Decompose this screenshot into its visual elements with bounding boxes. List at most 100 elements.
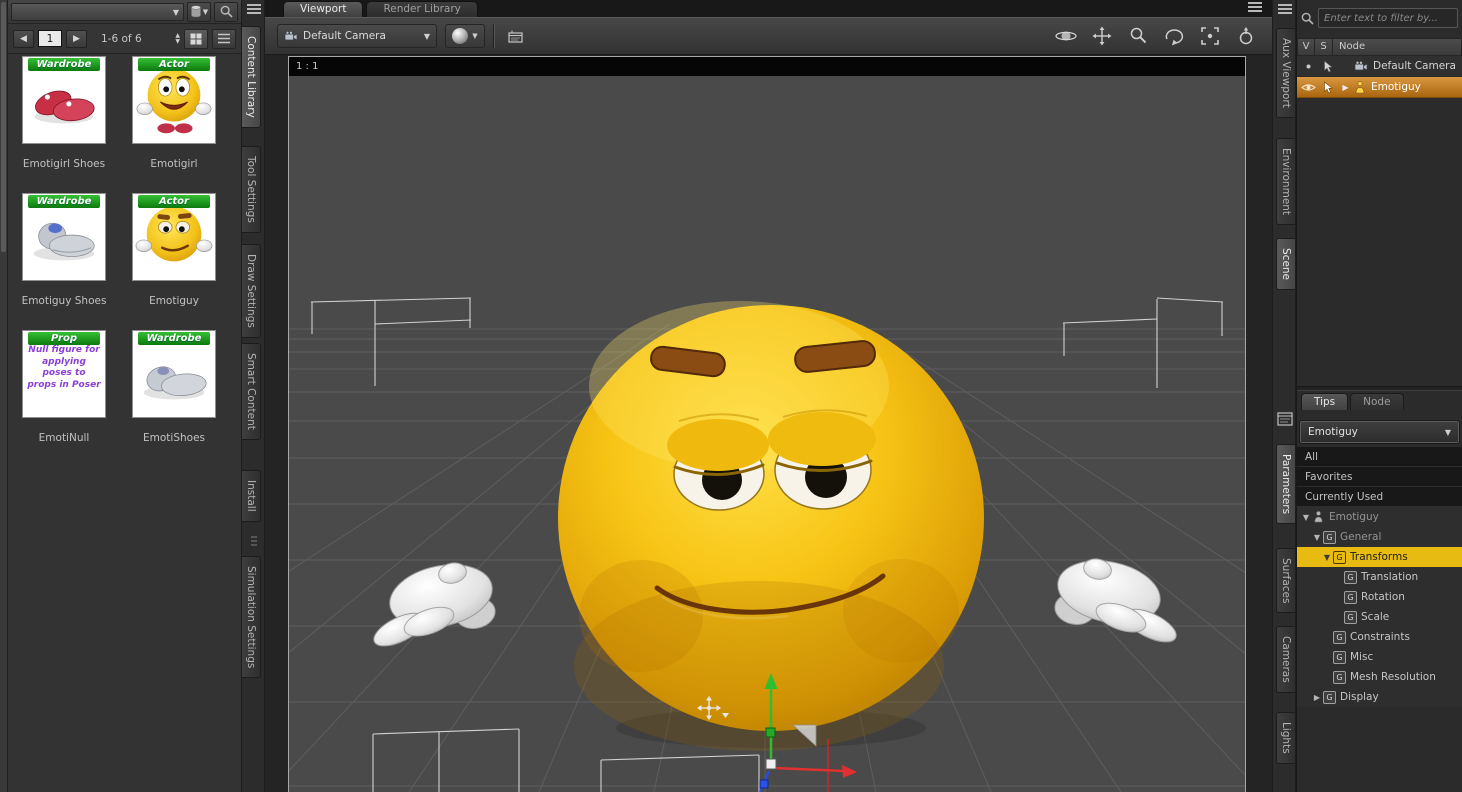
dock-menu-icon[interactable] bbox=[247, 4, 261, 16]
filter-currently-used[interactable]: Currently Used bbox=[1297, 487, 1462, 507]
prev-page-button[interactable]: ◀ bbox=[13, 29, 34, 48]
drawstyle-selector[interactable]: ▼ bbox=[445, 24, 485, 48]
camera-icon bbox=[284, 30, 298, 41]
tab-simulation-settings[interactable]: Simulation Settings bbox=[242, 556, 261, 679]
chevron-down-icon: ▼ bbox=[1444, 427, 1451, 437]
filter-favorites[interactable]: Favorites bbox=[1297, 467, 1462, 487]
tab-render-library[interactable]: Render Library bbox=[366, 1, 478, 17]
scrollbar-thumb[interactable] bbox=[1, 2, 6, 252]
dock-grip-handle[interactable] bbox=[251, 536, 257, 550]
library-item-emotigirl-shoes[interactable]: Wardrobe Emotigirl Shoes bbox=[14, 56, 114, 193]
scene-node-emotiguy[interactable]: ▶ Emotiguy bbox=[1297, 77, 1462, 98]
eye-icon[interactable] bbox=[1299, 61, 1317, 72]
thumbnail-emotishoes[interactable]: Wardrobe bbox=[132, 330, 216, 418]
zoom-camera-button[interactable] bbox=[1124, 24, 1152, 48]
library-source-dropdown[interactable]: ▼ bbox=[11, 2, 184, 21]
search-icon bbox=[1301, 12, 1314, 25]
library-item-emotiguy[interactable]: Actor Emotiguy bbox=[124, 193, 224, 330]
caret-down-icon[interactable]: ▼ bbox=[1311, 533, 1323, 542]
eye-icon[interactable] bbox=[1299, 82, 1317, 93]
param-group-mesh-resolution[interactable]: G Mesh Resolution bbox=[1297, 667, 1462, 687]
caret-right-icon[interactable]: ▶ bbox=[1311, 693, 1323, 702]
prop-badge: Prop bbox=[28, 332, 100, 345]
viewport-toolbar: Default Camera ▼ ▼ bbox=[265, 17, 1272, 55]
left-dock-tabstrip: Content Library Tool Settings Draw Setti… bbox=[241, 0, 265, 792]
filter-all[interactable]: All bbox=[1297, 447, 1462, 467]
param-group-transforms[interactable]: ▼ G Transforms bbox=[1297, 547, 1462, 567]
library-search-button[interactable] bbox=[214, 1, 238, 22]
library-item-emotigirl[interactable]: Actor Emotigirl bbox=[124, 56, 224, 193]
node-label: Emotiguy bbox=[1371, 81, 1421, 93]
pane-menu-icon[interactable] bbox=[1248, 2, 1262, 14]
param-group-general[interactable]: ▼ G General bbox=[1297, 527, 1462, 547]
thumbnail-emotiguy[interactable]: Actor bbox=[132, 193, 216, 281]
database-icon bbox=[190, 5, 201, 18]
thumbnail-emotinull[interactable]: Null figure for applying poses to props … bbox=[22, 330, 106, 418]
thumb-size-spinner[interactable]: ▲ ▼ bbox=[175, 32, 180, 45]
scene-node-default-camera[interactable]: Default Camera bbox=[1297, 56, 1462, 77]
tab-cameras[interactable]: Cameras bbox=[1276, 626, 1295, 693]
panel-splitter[interactable] bbox=[1297, 386, 1462, 391]
item-label: EmotiShoes bbox=[143, 432, 205, 444]
caret-down-icon[interactable]: ▼ bbox=[1321, 553, 1333, 562]
cursor-icon[interactable] bbox=[1319, 59, 1337, 73]
item-label: Emotiguy bbox=[149, 295, 199, 307]
tab-install[interactable]: Install bbox=[242, 470, 261, 522]
tab-aux-viewport[interactable]: Aux Viewport bbox=[1276, 28, 1295, 118]
view-options-button[interactable] bbox=[502, 24, 530, 48]
orbit-camera-button[interactable] bbox=[1052, 24, 1080, 48]
tab-tool-settings[interactable]: Tool Settings bbox=[242, 146, 261, 233]
param-group-constraints[interactable]: G Constraints bbox=[1297, 627, 1462, 647]
tab-content-library[interactable]: Content Library bbox=[242, 26, 261, 128]
thumbnail-emotiguy-shoes[interactable]: Wardrobe bbox=[22, 193, 106, 281]
viewport-pane: Viewport Render Library Default Camera ▼… bbox=[265, 0, 1272, 792]
cursor-icon[interactable] bbox=[1319, 80, 1337, 94]
expand-caret-icon[interactable]: ▶ bbox=[1339, 83, 1352, 92]
grid-view-button[interactable] bbox=[184, 28, 208, 49]
page-number-input[interactable]: 1 bbox=[38, 30, 62, 47]
thumbnail-emotigirl-shoes[interactable]: Wardrobe bbox=[22, 56, 106, 144]
thumbnail-emotigirl[interactable]: Actor bbox=[132, 56, 216, 144]
tab-environment[interactable]: Environment bbox=[1276, 138, 1295, 226]
library-item-emotinull[interactable]: Null figure for applying poses to props … bbox=[14, 330, 114, 467]
pane-options-icon[interactable] bbox=[1277, 412, 1293, 429]
param-group-rotation[interactable]: G Rotation bbox=[1297, 587, 1462, 607]
param-group-translation[interactable]: G Translation bbox=[1297, 567, 1462, 587]
tab-tips[interactable]: Tips bbox=[1301, 393, 1349, 410]
tab-scene[interactable]: Scene bbox=[1276, 238, 1295, 291]
tab-lights[interactable]: Lights bbox=[1276, 712, 1295, 764]
filter-input[interactable] bbox=[1318, 8, 1458, 28]
library-item-emotiguy-shoes[interactable]: Wardrobe Emotiguy Shoes bbox=[14, 193, 114, 330]
reset-camera-button[interactable] bbox=[1232, 24, 1260, 48]
param-group-scale[interactable]: G Scale bbox=[1297, 607, 1462, 627]
param-group-misc[interactable]: G Misc bbox=[1297, 647, 1462, 667]
figure-selector[interactable]: Emotiguy ▼ bbox=[1299, 420, 1460, 444]
param-group-emotiguy[interactable]: ▼ Emotiguy bbox=[1297, 507, 1462, 527]
tab-smart-content[interactable]: Smart Content bbox=[242, 343, 261, 440]
next-page-button[interactable]: ▶ bbox=[66, 29, 87, 48]
frame-camera-button[interactable] bbox=[1196, 24, 1224, 48]
visibility-column-header[interactable]: V bbox=[1297, 38, 1315, 56]
database-menu-button[interactable]: ▼ bbox=[187, 1, 211, 22]
scene-3d-view[interactable] bbox=[289, 76, 1245, 792]
rotate-camera-button[interactable] bbox=[1160, 24, 1188, 48]
list-view-button[interactable] bbox=[212, 28, 236, 49]
right-panel: V S Node Default Camera bbox=[1296, 0, 1462, 792]
dock-menu-icon[interactable] bbox=[1278, 4, 1292, 16]
rotate-icon bbox=[1165, 29, 1184, 46]
tab-parameters[interactable]: Parameters bbox=[1276, 444, 1295, 525]
tab-surfaces[interactable]: Surfaces bbox=[1276, 548, 1295, 614]
render-canvas[interactable]: 1 : 1 bbox=[288, 56, 1246, 792]
tab-node[interactable]: Node bbox=[1350, 393, 1404, 410]
camera-selector[interactable]: Default Camera ▼ bbox=[277, 24, 437, 48]
library-item-emotishoes[interactable]: Wardrobe EmotiShoes bbox=[124, 330, 224, 467]
param-group-display[interactable]: ▶ G Display bbox=[1297, 687, 1462, 707]
content-library-scrollbar[interactable] bbox=[0, 0, 8, 792]
selectability-column-header[interactable]: S bbox=[1315, 38, 1333, 56]
tab-draw-settings[interactable]: Draw Settings bbox=[242, 244, 261, 338]
caret-down-icon[interactable]: ▼ bbox=[1300, 513, 1312, 522]
node-column-header[interactable]: Node bbox=[1333, 38, 1462, 56]
tab-viewport[interactable]: Viewport bbox=[283, 1, 364, 17]
pan-camera-icon bbox=[1092, 26, 1112, 46]
pan-camera-button[interactable] bbox=[1088, 24, 1116, 48]
